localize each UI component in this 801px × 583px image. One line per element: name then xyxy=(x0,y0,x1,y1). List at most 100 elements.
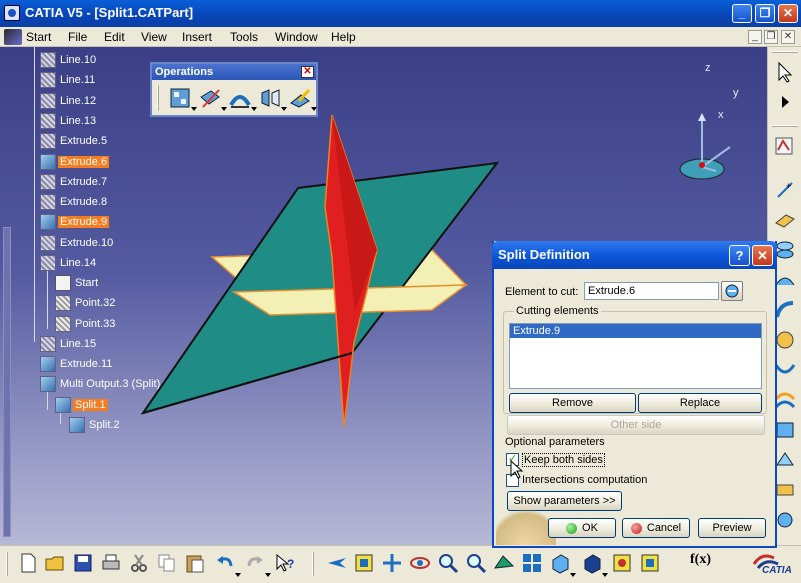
ok-button[interactable]: OK xyxy=(548,518,616,538)
pan-icon[interactable] xyxy=(381,552,403,574)
close-button[interactable]: ✕ xyxy=(778,4,798,23)
tree-item-label: Line.14 xyxy=(60,257,97,269)
tree-item[interactable]: Extrude.7 xyxy=(40,173,109,191)
menu-file[interactable]: File xyxy=(68,30,87,44)
tree-item[interactable]: Point.33 xyxy=(55,315,117,333)
menu-view[interactable]: View xyxy=(141,30,167,44)
hide-show-icon[interactable] xyxy=(611,552,633,574)
fill-tool-icon[interactable] xyxy=(774,329,796,351)
sketcher-icon[interactable] xyxy=(774,135,796,157)
fit-all-icon[interactable] xyxy=(353,552,375,574)
blend-tool-icon[interactable] xyxy=(774,359,796,381)
open-folder-icon[interactable] xyxy=(44,552,66,574)
doc-close-button[interactable]: ✕ xyxy=(781,30,795,44)
menu-start[interactable]: Start xyxy=(26,30,51,44)
iso-view-icon[interactable] xyxy=(549,552,576,577)
print-icon[interactable] xyxy=(100,552,122,574)
near-tool-icon[interactable] xyxy=(774,509,796,531)
tree-item[interactable]: Extrude.6 xyxy=(40,153,110,171)
extract-tool-icon[interactable] xyxy=(774,449,796,471)
maximize-button[interactable]: ❐ xyxy=(755,4,775,23)
tree-item[interactable]: Line.10 xyxy=(40,51,98,69)
extrude-tool-icon[interactable] xyxy=(774,239,796,261)
tree-item[interactable]: Split.2 xyxy=(69,416,122,434)
menu-insert[interactable]: Insert xyxy=(182,30,212,44)
tree-item[interactable]: Start xyxy=(55,274,100,292)
cut-icon[interactable] xyxy=(128,552,150,574)
tree-item[interactable]: Extrude.5 xyxy=(40,132,109,150)
menu-tools[interactable]: Tools xyxy=(230,30,258,44)
multi-view-icon[interactable] xyxy=(521,552,543,574)
tree-item[interactable]: Split.1 xyxy=(55,396,108,414)
swap-visible-space-icon[interactable] xyxy=(639,552,661,574)
cutting-elements-list[interactable]: Extrude.9 xyxy=(509,323,762,389)
fillet-icon[interactable] xyxy=(228,86,257,111)
plane-tool-icon[interactable] xyxy=(774,209,796,231)
tree-item-label: Extrude.11 xyxy=(60,358,113,370)
normal-view-icon[interactable] xyxy=(493,552,515,574)
tree-item[interactable]: Point.32 xyxy=(55,294,117,312)
surface-tool-icon[interactable] xyxy=(774,269,796,291)
operations-toolbar[interactable]: Operations ✕ xyxy=(150,62,318,117)
minimize-button[interactable]: _ xyxy=(732,4,752,23)
start-menu-icon[interactable] xyxy=(4,29,22,45)
split-definition-dialog[interactable]: Split Definition ? ✕ Element to cut: Ext… xyxy=(492,241,777,548)
remove-button[interactable]: Remove xyxy=(509,393,636,413)
tree-scrollbar[interactable] xyxy=(3,227,11,537)
dialog-close-button[interactable]: ✕ xyxy=(752,245,773,266)
new-file-icon[interactable] xyxy=(17,552,39,574)
point-tool-icon[interactable]: + xyxy=(774,179,796,201)
select-arrow-icon[interactable] xyxy=(774,61,796,83)
fly-mode-icon[interactable] xyxy=(326,552,348,574)
transform-icon[interactable] xyxy=(258,86,287,111)
tree-item[interactable]: Extrude.11 xyxy=(40,355,114,373)
doc-restore-button[interactable]: ❐ xyxy=(764,30,778,44)
element-to-cut-field[interactable]: Extrude.6 xyxy=(584,282,719,300)
sweep-tool-icon[interactable] xyxy=(774,299,796,321)
menu-help[interactable]: Help xyxy=(331,30,356,44)
healing-tool-icon[interactable] xyxy=(774,479,796,501)
redo-icon[interactable] xyxy=(244,552,271,577)
element-to-cut-picker-icon[interactable] xyxy=(721,281,743,301)
save-icon[interactable] xyxy=(72,552,94,574)
copy-icon[interactable] xyxy=(156,552,178,574)
zoom-in-icon[interactable] xyxy=(437,552,459,574)
operations-close-button[interactable]: ✕ xyxy=(301,66,314,78)
whats-this-icon[interactable]: ? xyxy=(274,552,296,574)
offset-tool-icon[interactable] xyxy=(774,389,796,411)
extrapolate-icon[interactable] xyxy=(288,86,317,111)
render-style-icon[interactable] xyxy=(581,552,608,577)
split-icon[interactable] xyxy=(198,86,227,111)
tree-item[interactable]: Extrude.9 xyxy=(40,213,110,231)
replace-button[interactable]: Replace xyxy=(638,393,762,413)
boundary-tool-icon[interactable] xyxy=(774,419,796,441)
tree-item[interactable]: Line.12 xyxy=(40,92,98,110)
compass-widget[interactable] xyxy=(672,107,752,187)
formula-button[interactable]: f(x) xyxy=(690,552,712,574)
tree-item[interactable]: Extrude.10 xyxy=(40,234,115,252)
tree-item[interactable]: Extrude.8 xyxy=(40,193,109,211)
doc-minimize-button[interactable]: _ xyxy=(748,30,762,44)
undo-icon[interactable] xyxy=(214,552,241,577)
cancel-button[interactable]: Cancel xyxy=(622,518,690,538)
join-icon[interactable] xyxy=(168,86,197,111)
operations-toolbar-title[interactable]: Operations xyxy=(152,64,316,80)
rotate-icon[interactable] xyxy=(409,552,431,574)
tree-item[interactable]: Line.11 xyxy=(40,71,97,89)
catia-app-icon[interactable] xyxy=(4,5,20,21)
menu-edit[interactable]: Edit xyxy=(104,30,125,44)
menu-window[interactable]: Window xyxy=(275,30,318,44)
dialog-help-button[interactable]: ? xyxy=(729,245,750,266)
paste-icon[interactable] xyxy=(184,552,206,574)
tree-item[interactable]: Multi Output.3 (Split) xyxy=(40,375,162,393)
catia-logo-text: CATIA xyxy=(762,565,792,576)
tree-item[interactable]: Line.15 xyxy=(40,335,98,353)
tree-item[interactable]: Line.13 xyxy=(40,112,98,130)
dialog-title-bar[interactable]: Split Definition ? ✕ xyxy=(492,241,777,269)
zoom-out-icon[interactable] xyxy=(465,552,487,574)
expand-arrow-icon[interactable] xyxy=(774,91,796,113)
other-side-button[interactable]: Other side xyxy=(507,415,765,435)
preview-button[interactable]: Preview xyxy=(698,518,766,538)
cutting-element-item[interactable]: Extrude.9 xyxy=(510,324,761,338)
tree-item[interactable]: Line.14 xyxy=(40,254,98,272)
